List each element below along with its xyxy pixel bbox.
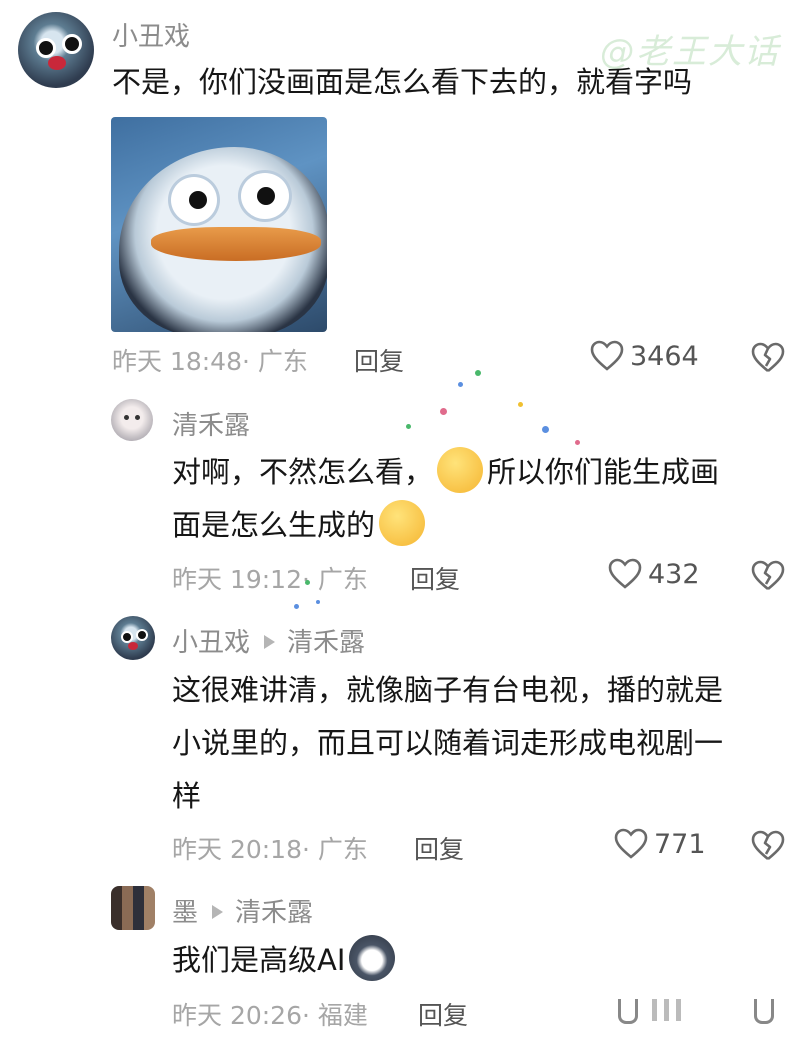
- sparkle-dot: [475, 370, 481, 376]
- reply-button[interactable]: 回复: [414, 830, 464, 866]
- thinking-face-emoji: [437, 447, 484, 493]
- like-count: 432: [648, 558, 700, 590]
- heart-icon: [590, 340, 624, 372]
- pleading-face-emoji: [379, 500, 426, 546]
- comment-text-part: 面是怎么生成的: [172, 508, 376, 542]
- author-name[interactable]: 墨: [172, 898, 198, 928]
- reply-button[interactable]: 回复: [354, 342, 404, 378]
- sparkle-dot: [458, 382, 463, 387]
- comment-text-line: 小说里的，而且可以随着词走形成电视剧一: [172, 726, 724, 760]
- sparkle-dot: [305, 580, 310, 585]
- reply-button[interactable]: 回复: [410, 560, 460, 596]
- bottom-bar-icons: [614, 995, 784, 1025]
- comment-image-penguin[interactable]: [111, 117, 327, 332]
- comment-text-line: 样: [172, 779, 202, 813]
- comment-time: 昨天 20:26: [172, 1001, 302, 1030]
- broken-heart-icon[interactable]: [750, 830, 786, 862]
- comment-text: 这很难讲清，就像脑子有台电视，播的就是 小说里的，而且可以随着词走形成电视剧一 …: [172, 664, 792, 823]
- author-name[interactable]: 清禾露: [172, 405, 250, 442]
- like-button[interactable]: 3464: [590, 340, 699, 372]
- broken-heart-icon[interactable]: [750, 342, 786, 374]
- avatar[interactable]: [111, 886, 155, 930]
- arrow-right-icon: [264, 634, 276, 649]
- like-count: 771: [654, 828, 706, 860]
- comment-text-part: 所以你们能生成画: [487, 455, 720, 489]
- comment-time: 昨天 20:18: [172, 835, 302, 864]
- broken-heart-icon[interactable]: [750, 560, 786, 592]
- comment-time: 昨天 19:12: [172, 565, 302, 594]
- sparkle-dot: [440, 408, 447, 415]
- reply-to-name[interactable]: 清禾露: [287, 628, 365, 658]
- reply-to-name[interactable]: 清禾露: [235, 898, 313, 928]
- like-count: 3464: [630, 340, 699, 372]
- sparkle-dot: [542, 426, 549, 433]
- author-name[interactable]: 小丑戏: [112, 16, 190, 53]
- reply-button[interactable]: 回复: [418, 996, 468, 1032]
- sparkle-dot: [518, 402, 523, 407]
- sparkle-dot: [294, 604, 299, 609]
- husky-face-emoji: [349, 935, 396, 981]
- like-button[interactable]: 432: [608, 558, 700, 590]
- comment-text: 我们是高级AI: [172, 934, 772, 987]
- avatar[interactable]: [111, 399, 153, 441]
- author-name[interactable]: 小丑戏: [172, 628, 250, 658]
- sparkle-dot: [316, 600, 320, 604]
- heart-icon: [614, 828, 648, 860]
- comment-text-part: 我们是高级AI: [172, 943, 346, 977]
- comment-text-line: 这很难讲清，就像脑子有台电视，播的就是: [172, 673, 724, 707]
- avatar[interactable]: [111, 616, 155, 660]
- comment-text-part: 对啊，不然怎么看，: [172, 455, 434, 489]
- comment-text: 不是，你们没画面是怎么看下去的，就看字吗: [112, 65, 693, 99]
- comment-location: · 广东: [302, 835, 368, 864]
- comment-location: · 福建: [302, 1001, 368, 1030]
- comment-location: · 广东: [302, 565, 368, 594]
- heart-icon: [608, 558, 642, 590]
- comment-time: 昨天 18:48: [112, 347, 242, 376]
- arrow-right-icon: [212, 904, 224, 919]
- sparkle-dot: [575, 440, 580, 445]
- sparkle-dot: [406, 424, 411, 429]
- like-button[interactable]: 771: [614, 828, 706, 860]
- avatar[interactable]: [18, 12, 94, 88]
- comment-location: · 广东: [242, 347, 308, 376]
- comment-text: 对啊，不然怎么看， 所以你们能生成画 面是怎么生成的: [172, 446, 772, 552]
